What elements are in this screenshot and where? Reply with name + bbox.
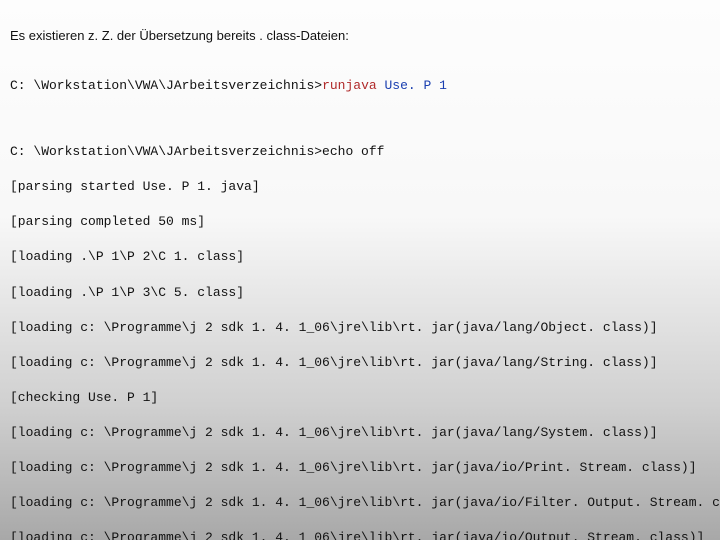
blank-line: [10, 112, 710, 126]
output-line: [loading c: \Programme\j 2 sdk 1. 4. 1_0…: [10, 424, 710, 442]
command-line: C: \Workstation\VWA\JArbeitsverzeichnis>…: [10, 77, 710, 95]
output-line: C: \Workstation\VWA\JArbeitsverzeichnis>…: [10, 143, 710, 161]
output-line: [loading c: \Programme\j 2 sdk 1. 4. 1_0…: [10, 459, 710, 477]
output-line: [loading .\P 1\P 3\C 5. class]: [10, 284, 710, 302]
output-line: [checking Use. P 1]: [10, 389, 710, 407]
command-name: runjava: [322, 78, 377, 93]
output-line: [loading c: \Programme\j 2 sdk 1. 4. 1_0…: [10, 529, 710, 540]
output-line: [parsing completed 50 ms]: [10, 213, 710, 231]
output-line: [loading c: \Programme\j 2 sdk 1. 4. 1_0…: [10, 319, 710, 337]
output-line: [loading c: \Programme\j 2 sdk 1. 4. 1_0…: [10, 354, 710, 372]
intro-text: Es existieren z. Z. der Übersetzung bere…: [10, 28, 710, 43]
terminal-output: C: \Workstation\VWA\JArbeitsverzeichnis>…: [10, 59, 710, 540]
command-arg: Use. P 1: [384, 78, 446, 93]
prompt-path: C: \Workstation\VWA\JArbeitsverzeichnis>: [10, 78, 322, 93]
output-line: [loading c: \Programme\j 2 sdk 1. 4. 1_0…: [10, 494, 710, 512]
output-line: [parsing started Use. P 1. java]: [10, 178, 710, 196]
output-line: [loading .\P 1\P 2\C 1. class]: [10, 248, 710, 266]
